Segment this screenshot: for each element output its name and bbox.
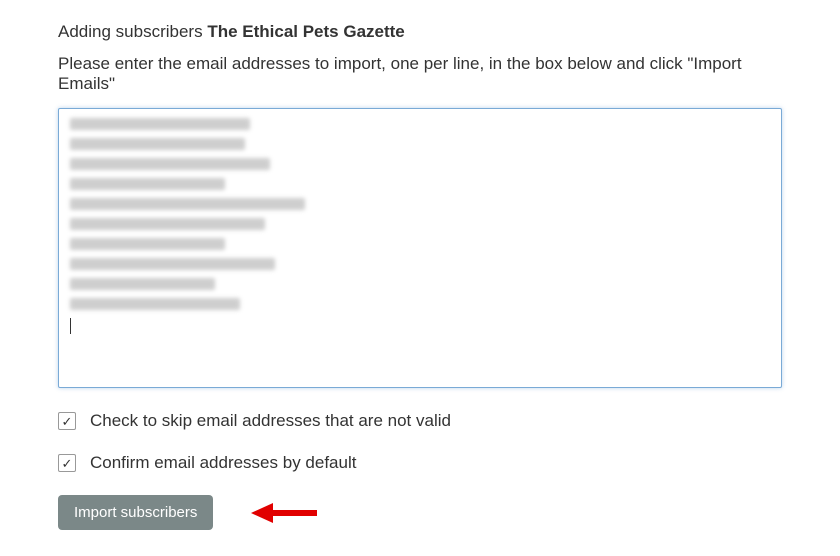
option-confirm-default: ✓ Confirm email addresses by default [58, 453, 782, 473]
email-import-textarea[interactable] [58, 108, 782, 388]
skip-invalid-checkbox[interactable]: ✓ [58, 412, 76, 430]
confirm-default-label: Confirm email addresses by default [90, 453, 356, 473]
import-subscribers-button[interactable]: Import subscribers [58, 495, 213, 530]
confirm-default-checkbox[interactable]: ✓ [58, 454, 76, 472]
heading-list-name: The Ethical Pets Gazette [207, 22, 404, 41]
email-textarea-container [58, 108, 782, 393]
heading-prefix: Adding subscribers [58, 22, 207, 41]
option-skip-invalid: ✓ Check to skip email addresses that are… [58, 411, 782, 431]
instructions-text: Please enter the email addresses to impo… [58, 54, 782, 94]
page-heading: Adding subscribers The Ethical Pets Gaze… [58, 22, 782, 42]
skip-invalid-label: Check to skip email addresses that are n… [90, 411, 451, 431]
annotation-arrow [249, 501, 319, 525]
